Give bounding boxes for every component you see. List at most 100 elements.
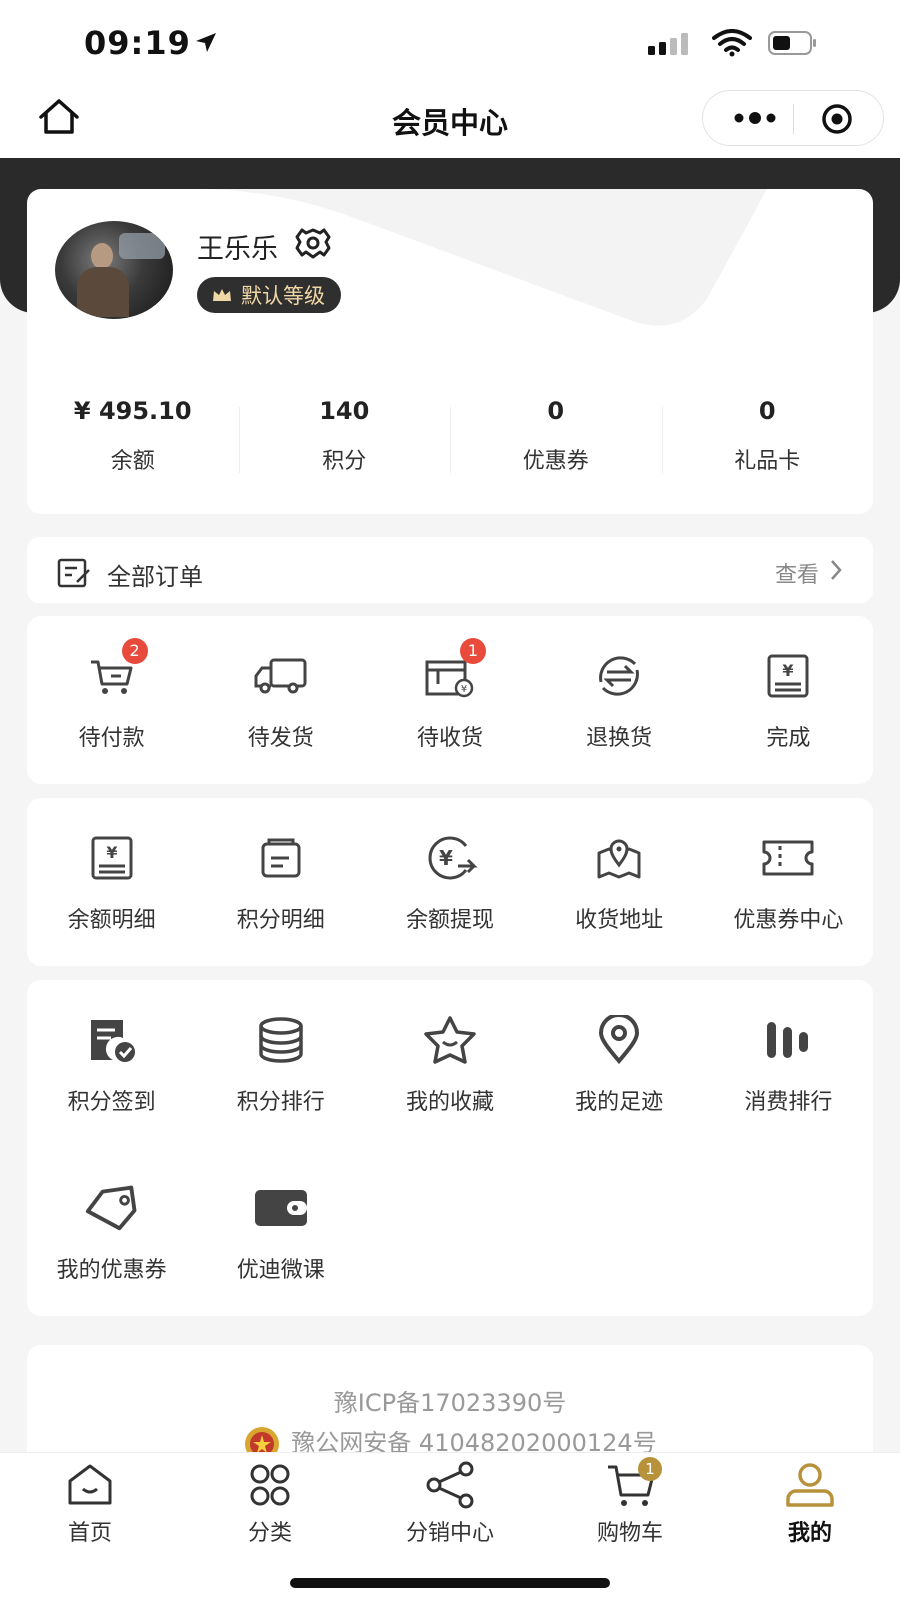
- tab-home[interactable]: 首页: [0, 1461, 180, 1547]
- service-address[interactable]: 收货地址: [535, 798, 704, 966]
- stat-gift-cards[interactable]: 0 礼品卡: [661, 395, 874, 485]
- service-balance-detail[interactable]: ¥ 余额明细: [27, 798, 196, 966]
- package-icon: ¥ 1: [422, 638, 486, 704]
- level-label: 默认等级: [241, 284, 325, 308]
- tool-label: 我的足迹: [575, 1090, 664, 1115]
- stat-value: 0: [758, 397, 776, 425]
- order-status-label: 待发货: [247, 726, 314, 751]
- avatar[interactable]: [55, 221, 173, 319]
- all-orders-title: 全部订单: [107, 563, 203, 591]
- profile-card: 王乐乐 默认等级 ¥ 495.10 余额 140 积分 0 优惠券 0 礼品卡: [27, 189, 873, 514]
- cart-icon: 2: [84, 638, 148, 704]
- bars-icon: [760, 1012, 816, 1068]
- wifi-icon: [712, 29, 752, 57]
- level-badge: 默认等级: [197, 277, 341, 313]
- edit-list-icon: [57, 558, 90, 588]
- crown-icon: [213, 289, 231, 301]
- tag-icon: [84, 1180, 140, 1236]
- stat-balance[interactable]: ¥ 495.10 余额: [27, 395, 239, 485]
- mini-program-capsule: [702, 90, 884, 146]
- status-time: 09:19: [84, 24, 191, 62]
- cellular-signal-icon: [648, 33, 688, 55]
- tool-label: 我的收藏: [405, 1090, 494, 1115]
- order-status-label: 待付款: [78, 726, 145, 751]
- tab-mine[interactable]: 我的: [720, 1461, 900, 1547]
- tool-footprints[interactable]: 我的足迹: [535, 980, 704, 1148]
- service-label: 余额明细: [67, 908, 156, 933]
- stat-label: 优惠券: [522, 449, 589, 474]
- service-label: 收货地址: [575, 908, 664, 933]
- tab-label: 分销中心: [405, 1521, 494, 1546]
- tool-points-ranking[interactable]: 积分排行: [196, 980, 365, 1148]
- view-all-link[interactable]: 查看: [775, 557, 819, 589]
- stat-label: 礼品卡: [734, 449, 801, 474]
- tool-micro-course[interactable]: 优迪微课: [196, 1148, 365, 1316]
- truck-icon: [253, 648, 309, 704]
- tool-checkin[interactable]: 积分签到: [27, 980, 196, 1148]
- tool-favorites[interactable]: 我的收藏: [365, 980, 534, 1148]
- svg-text:¥: ¥: [461, 684, 467, 695]
- service-label: 余额提现: [405, 908, 494, 933]
- order-status-pending-shipment[interactable]: 待发货: [196, 616, 365, 784]
- tab-label: 首页: [67, 1521, 112, 1546]
- capsule-divider: [793, 104, 794, 134]
- stat-label: 积分: [322, 449, 367, 474]
- home-icon: [60, 1461, 120, 1509]
- order-status-pending-payment[interactable]: 2 待付款: [27, 616, 196, 784]
- home-indicator: [290, 1578, 610, 1588]
- chevron-right-icon: [831, 560, 842, 580]
- checkin-icon: [84, 1012, 140, 1068]
- user-icon: [780, 1461, 840, 1509]
- share-icon: [420, 1461, 480, 1509]
- cart-count-badge: 1: [638, 1457, 662, 1481]
- status-bar: 09:19: [0, 0, 900, 80]
- more-icon[interactable]: [733, 109, 777, 127]
- count-badge: 2: [121, 638, 148, 664]
- tab-distribution[interactable]: 分销中心: [360, 1461, 540, 1547]
- wallet-icon: [253, 1180, 309, 1236]
- service-label: 优惠券中心: [733, 908, 844, 933]
- exchange-icon: [591, 648, 647, 704]
- services-panel: ¥ 余额明细 积分明细 ¥ 余额提现 收货地址 优惠券中心: [27, 798, 873, 966]
- stat-coupons[interactable]: 0 优惠券: [450, 395, 662, 485]
- gear-icon[interactable]: [293, 227, 333, 263]
- order-status-panel: 2 待付款 待发货 ¥ 1 待收货 退换货 ¥ 完成: [27, 616, 873, 784]
- database-icon: [253, 1012, 309, 1068]
- order-status-pending-receipt[interactable]: ¥ 1 待收货: [365, 616, 534, 784]
- tool-label: 消费排行: [744, 1090, 833, 1115]
- points-detail-icon: [253, 830, 309, 886]
- service-points-detail[interactable]: 积分明细: [196, 798, 365, 966]
- tool-label: 积分排行: [236, 1090, 325, 1115]
- withdraw-icon: ¥: [422, 830, 478, 886]
- user-name: 王乐乐: [197, 234, 278, 265]
- cart-icon: 1: [600, 1457, 662, 1509]
- service-withdraw[interactable]: ¥ 余额提现: [365, 798, 534, 966]
- stat-value: 0: [547, 397, 565, 425]
- service-label: 积分明细: [236, 908, 325, 933]
- order-status-completed[interactable]: ¥ 完成: [704, 616, 873, 784]
- svg-text:¥: ¥: [783, 661, 794, 680]
- tab-category[interactable]: 分类: [180, 1461, 360, 1547]
- tool-label: 积分签到: [67, 1090, 156, 1115]
- star-icon: [422, 1012, 478, 1068]
- location-arrow-icon: [196, 33, 216, 52]
- order-status-returns[interactable]: 退换货: [535, 616, 704, 784]
- svg-text:¥: ¥: [439, 846, 453, 870]
- all-orders-row[interactable]: 全部订单 查看: [27, 537, 873, 603]
- balance-detail-icon: ¥: [84, 830, 140, 886]
- service-coupon-center[interactable]: 优惠券中心: [704, 798, 873, 966]
- ticket-icon: [760, 830, 816, 886]
- svg-text:¥: ¥: [106, 843, 117, 862]
- close-target-icon[interactable]: [821, 103, 853, 135]
- map-pin-icon: [591, 830, 647, 886]
- stat-value: ¥ 495.10: [73, 397, 192, 425]
- receipt-icon: ¥: [760, 648, 816, 704]
- tab-cart[interactable]: 1 购物车: [540, 1457, 720, 1547]
- stat-points[interactable]: 140 积分: [238, 395, 451, 485]
- icp-record[interactable]: 豫ICP备17023390号: [27, 1383, 873, 1418]
- tools-panel: 积分签到 积分排行 我的收藏 我的足迹 消费排行 我的优惠券 优迪微课: [27, 980, 873, 1316]
- count-badge: 1: [459, 638, 486, 664]
- tool-my-coupons[interactable]: 我的优惠券: [27, 1148, 196, 1316]
- location-icon: [591, 1012, 647, 1068]
- tool-spending-ranking[interactable]: 消费排行: [704, 980, 873, 1148]
